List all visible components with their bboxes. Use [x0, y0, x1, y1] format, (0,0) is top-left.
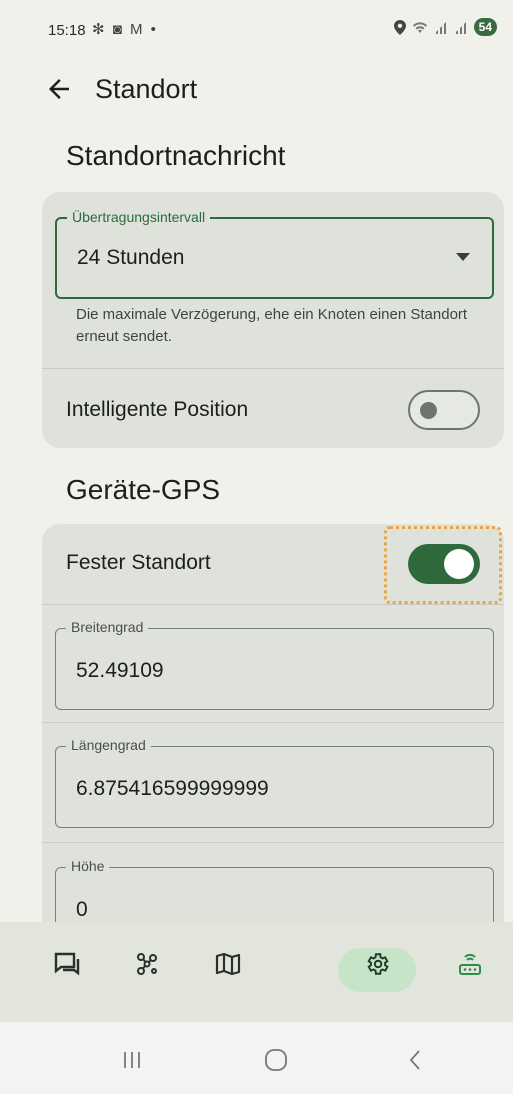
nav-nodes[interactable]	[117, 944, 177, 984]
back-nav-icon[interactable]	[408, 1049, 422, 1071]
fixed-position-label: Fester Standort	[66, 551, 211, 574]
radio-config-icon	[459, 953, 481, 975]
map-icon	[215, 952, 241, 976]
page-title: Standort	[95, 74, 198, 104]
battery-icon: 54	[473, 18, 497, 36]
smart-position-label: Intelligente Position	[66, 398, 249, 421]
longitude-value: 6.875416599999999	[76, 777, 269, 800]
divider	[42, 722, 504, 723]
status-right: 54	[393, 18, 497, 36]
nav-radio-config[interactable]	[440, 944, 500, 984]
divider	[42, 604, 504, 605]
toggle-thumb	[420, 402, 437, 419]
messages-icon	[54, 952, 80, 976]
app-bar: Standort	[0, 62, 513, 122]
divider	[42, 842, 504, 843]
interval-dropdown[interactable]: Übertragungsintervall 24 Stunden	[55, 209, 494, 299]
recent-apps-icon[interactable]	[122, 1050, 142, 1070]
latitude-label: Breitengrad	[66, 619, 149, 635]
back-arrow-icon[interactable]	[44, 74, 74, 104]
status-bar: 15:18 ✻ ◙ M • 54	[0, 0, 513, 62]
longitude-label: Längengrad	[66, 737, 151, 753]
settings-icon	[367, 953, 389, 975]
location-icon	[393, 19, 406, 35]
divider	[42, 368, 504, 369]
altitude-label: Höhe	[66, 858, 110, 874]
notification-icons: ✻ ◙ M •	[92, 21, 158, 38]
dropdown-arrow-icon	[456, 253, 470, 261]
interval-label: Übertragungsintervall	[67, 209, 211, 225]
section-title-device-gps: Geräte-GPS	[66, 474, 221, 505]
system-navigation	[0, 1022, 513, 1094]
interval-helper-text: Die maximale Verzögerung, ehe ein Knoten…	[76, 306, 468, 345]
status-time: 15:18	[48, 22, 86, 39]
signal-icon	[435, 21, 446, 34]
smart-position-toggle[interactable]	[408, 390, 480, 430]
nodes-icon	[137, 953, 157, 975]
bottom-navigation	[0, 922, 513, 1022]
latitude-field[interactable]: Breitengrad 52.49109	[55, 619, 494, 710]
nav-messages[interactable]	[38, 944, 98, 984]
interval-value: 24 Stunden	[77, 246, 185, 269]
tap-highlight	[384, 526, 502, 604]
altitude-value: 0	[76, 898, 88, 921]
longitude-field[interactable]: Längengrad 6.875416599999999	[55, 737, 494, 828]
section-title-position-message: Standortnachricht	[66, 140, 286, 171]
nav-settings[interactable]	[347, 944, 407, 984]
latitude-value: 52.49109	[76, 659, 164, 682]
home-icon[interactable]	[264, 1049, 288, 1071]
signal-icon-2	[455, 21, 466, 34]
wifi-icon	[412, 21, 427, 33]
nav-map[interactable]	[198, 944, 258, 984]
